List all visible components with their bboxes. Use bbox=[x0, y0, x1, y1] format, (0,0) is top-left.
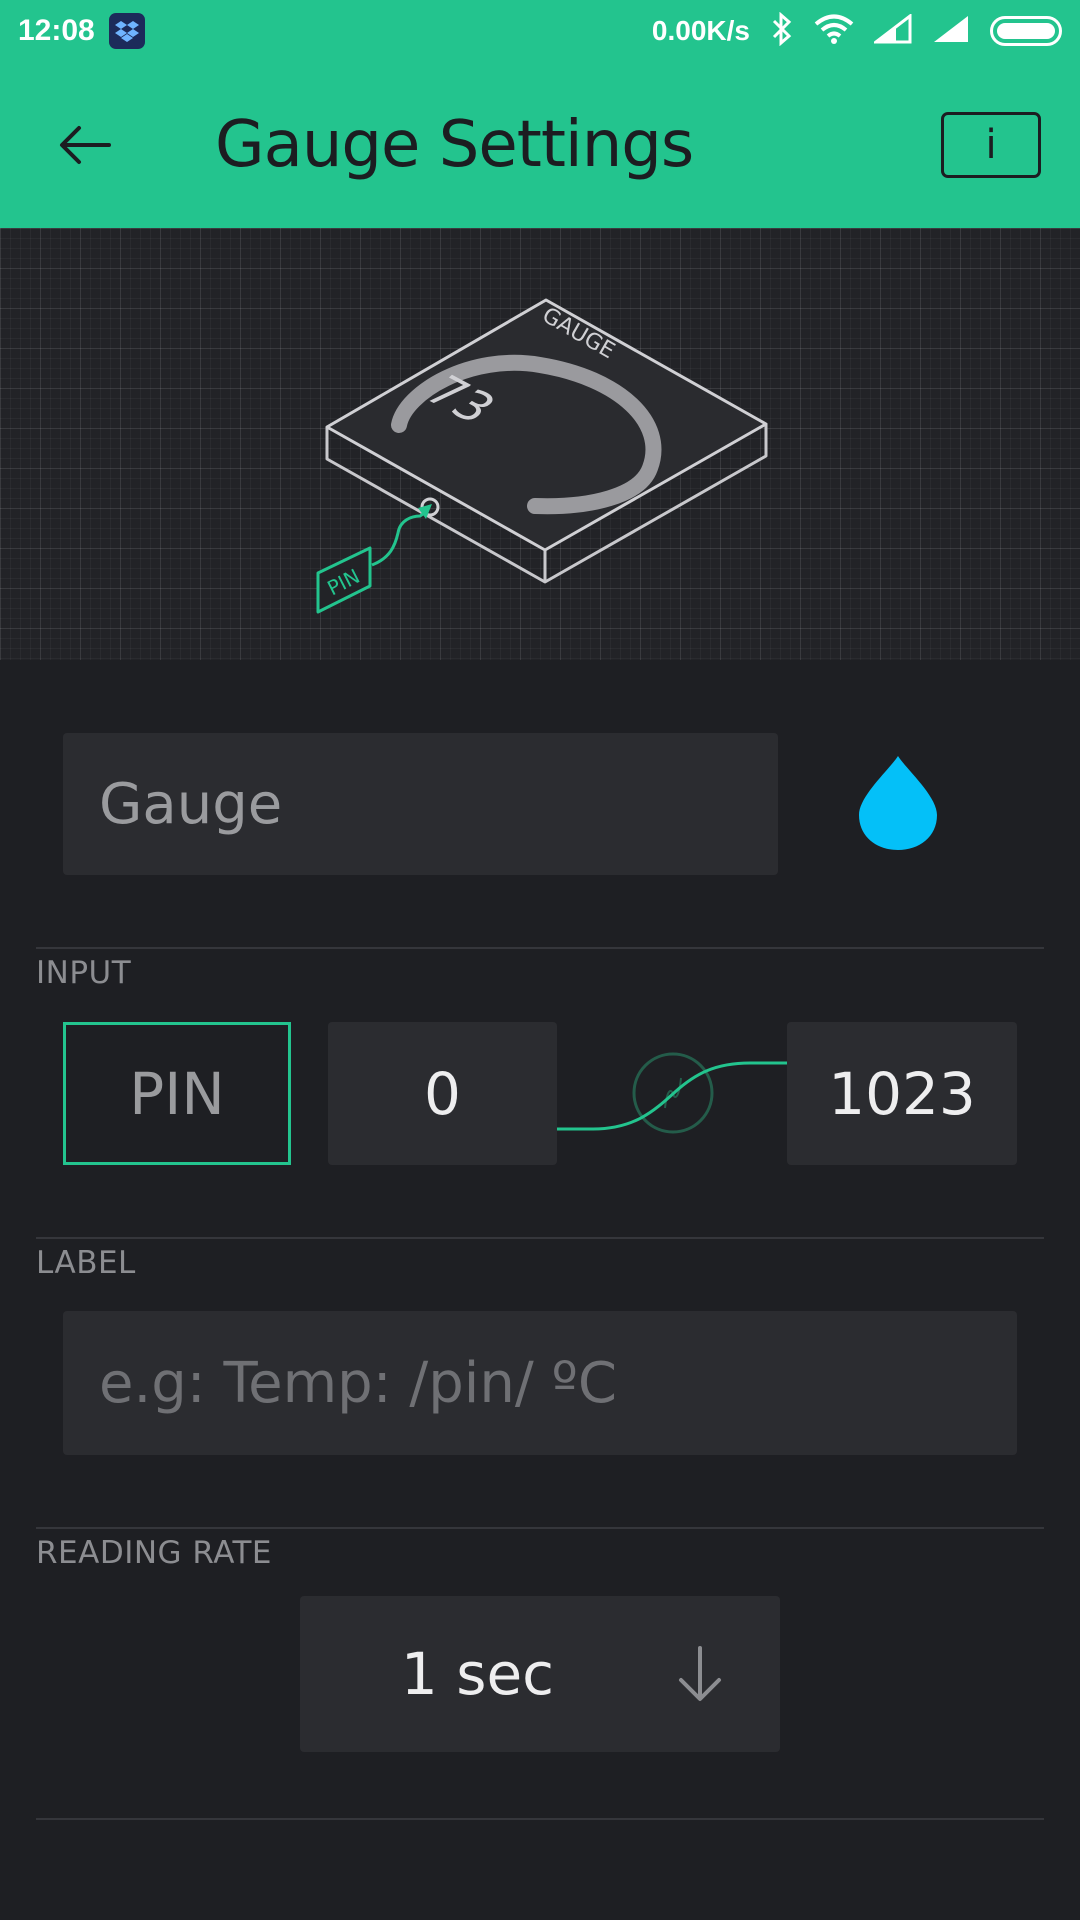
signal-icon bbox=[871, 12, 912, 49]
color-picker-button[interactable] bbox=[855, 752, 941, 854]
status-time: 12:08 bbox=[18, 14, 95, 47]
divider bbox=[36, 947, 1044, 949]
dropbox-icon bbox=[108, 13, 145, 49]
divider bbox=[36, 1237, 1044, 1239]
label-input[interactable]: e.g: Temp: /pin/ ºC bbox=[63, 1311, 1017, 1455]
widget-preview: 73 GAUGE PIN bbox=[0, 228, 1080, 660]
status-indicators: 0.00K/s bbox=[651, 11, 1062, 51]
wifi-icon bbox=[814, 14, 854, 49]
net-speed: 0.00K/s bbox=[651, 15, 750, 46]
divider bbox=[36, 1818, 1044, 1820]
app-bar: Gauge Settings i bbox=[0, 62, 1080, 228]
input-section-label: INPUT bbox=[36, 955, 132, 991]
label-section-label: LABEL bbox=[36, 1245, 136, 1281]
signal-icon bbox=[932, 14, 970, 49]
max-value-input[interactable]: 1023 bbox=[787, 1022, 1017, 1165]
battery-icon bbox=[990, 16, 1062, 46]
screen-title: Gauge Settings bbox=[215, 108, 694, 182]
back-button[interactable] bbox=[50, 110, 120, 180]
widget-name-input[interactable]: Gauge bbox=[63, 733, 778, 875]
mapping-curve bbox=[557, 1052, 787, 1134]
bluetooth-icon bbox=[770, 11, 794, 51]
arrow-down-icon bbox=[679, 1646, 721, 1701]
droplet-icon bbox=[859, 756, 937, 850]
gauge-illustration: 73 GAUGE PIN bbox=[316, 298, 768, 614]
reading-rate-dropdown[interactable]: 1 sec bbox=[300, 1596, 780, 1752]
status-bar: 12:08 0.00K/s bbox=[0, 0, 1080, 62]
pin-select-button[interactable]: PIN bbox=[63, 1022, 291, 1165]
arrow-left-icon bbox=[60, 126, 111, 164]
reading-rate-value: 1 sec bbox=[400, 1640, 555, 1708]
divider bbox=[36, 1527, 1044, 1529]
reading-rate-label: READING RATE bbox=[36, 1535, 273, 1571]
min-value-input[interactable]: 0 bbox=[328, 1022, 557, 1165]
info-button[interactable]: i bbox=[941, 112, 1041, 178]
